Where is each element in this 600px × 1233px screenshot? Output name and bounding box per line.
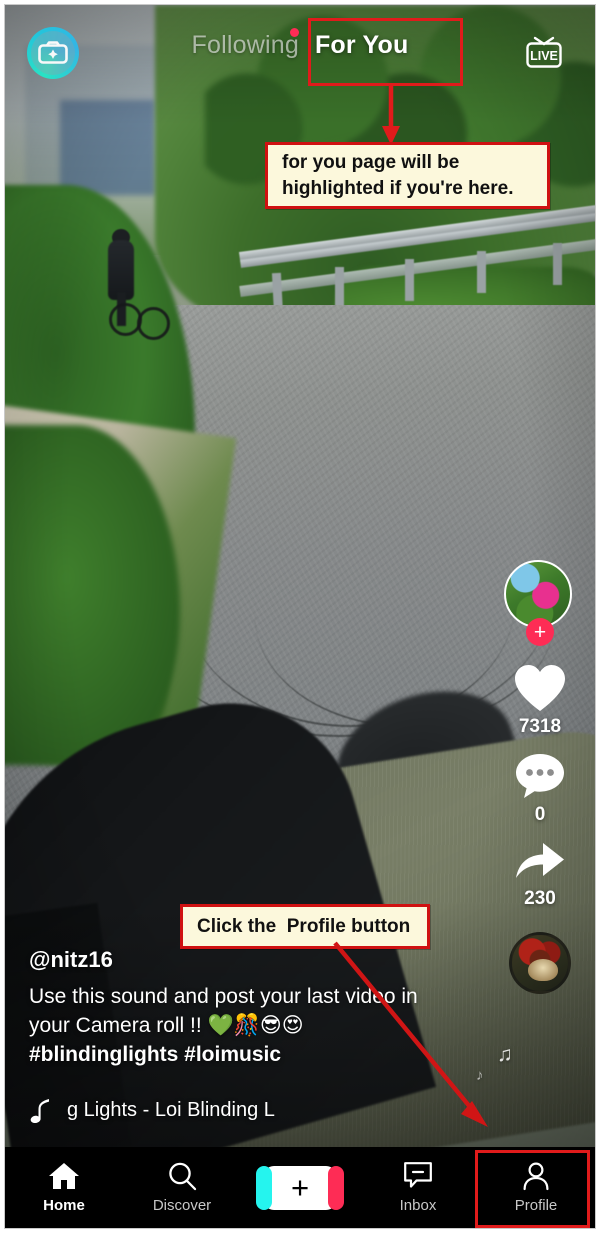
album-art	[528, 959, 558, 981]
heart-icon	[515, 665, 565, 711]
home-icon	[49, 1163, 79, 1189]
phone-frame: Following For You LIVE + 7318 0 230 ♫ ♪ …	[4, 4, 596, 1229]
profile-arrow	[333, 941, 488, 1127]
like-button[interactable]: 7318	[512, 662, 568, 738]
guardrail-post	[405, 259, 414, 301]
nav-home[interactable]: Home	[12, 1147, 116, 1228]
live-icon[interactable]: LIVE	[517, 29, 573, 75]
nav-inbox[interactable]: Inbox	[366, 1147, 470, 1228]
follow-button[interactable]: +	[526, 618, 554, 646]
for-you-callout: for you page will be highlighted if you'…	[265, 142, 550, 209]
music-note-icon	[30, 1099, 49, 1123]
plus-sign: +	[290, 1170, 310, 1205]
cyclist-body	[108, 240, 134, 300]
guardrail-post	[335, 267, 344, 309]
share-button[interactable]: 230	[512, 838, 568, 910]
tab-following[interactable]: Following	[192, 31, 299, 60]
search-icon	[169, 1162, 197, 1191]
comment-count: 0	[534, 804, 546, 825]
nav-inbox-label: Inbox	[399, 1197, 437, 1214]
feed-tabs: Following For You	[5, 31, 595, 60]
live-tv-glyph: LIVE	[526, 36, 562, 68]
live-label: LIVE	[530, 49, 558, 63]
create-plus-button[interactable]: +	[256, 1165, 344, 1210]
top-bar: Following For You LIVE	[5, 5, 595, 95]
distant-blue-building	[60, 100, 155, 195]
for-you-callout-line1: for you page will be	[282, 151, 460, 173]
nav-discover-label: Discover	[152, 1197, 212, 1214]
profile-nav-highlight	[475, 1150, 590, 1228]
share-count: 230	[524, 888, 556, 909]
for-you-callout-text: for you page will be highlighted if you'…	[268, 150, 527, 201]
screenshot-root: Following For You LIVE + 7318 0 230 ♫ ♪ …	[0, 0, 600, 1233]
share-arrow-icon	[516, 843, 564, 878]
guardrail-post	[553, 243, 562, 285]
like-count: 7318	[518, 716, 562, 737]
following-badge-dot	[290, 28, 299, 37]
action-rail: + 7318 0 230	[495, 560, 585, 994]
comment-bubble-icon	[516, 754, 564, 798]
bicycle-wheel	[137, 307, 170, 340]
music-disc-icon[interactable]	[509, 932, 571, 994]
comment-button[interactable]: 0	[513, 750, 567, 826]
creator-avatar[interactable]: +	[504, 560, 576, 646]
nav-discover[interactable]: Discover	[130, 1147, 234, 1228]
nav-home-label: Home	[43, 1197, 85, 1214]
nav-create[interactable]: +	[248, 1147, 352, 1228]
inbox-icon	[404, 1162, 432, 1188]
for-you-arrow	[382, 85, 400, 145]
guardrail-post	[477, 251, 486, 293]
for-you-callout-line2: highlighted if you're here.	[282, 177, 514, 199]
for-you-tab-highlight	[308, 18, 463, 86]
music-title: g Lights - Loi Blinding L	[67, 1098, 275, 1121]
